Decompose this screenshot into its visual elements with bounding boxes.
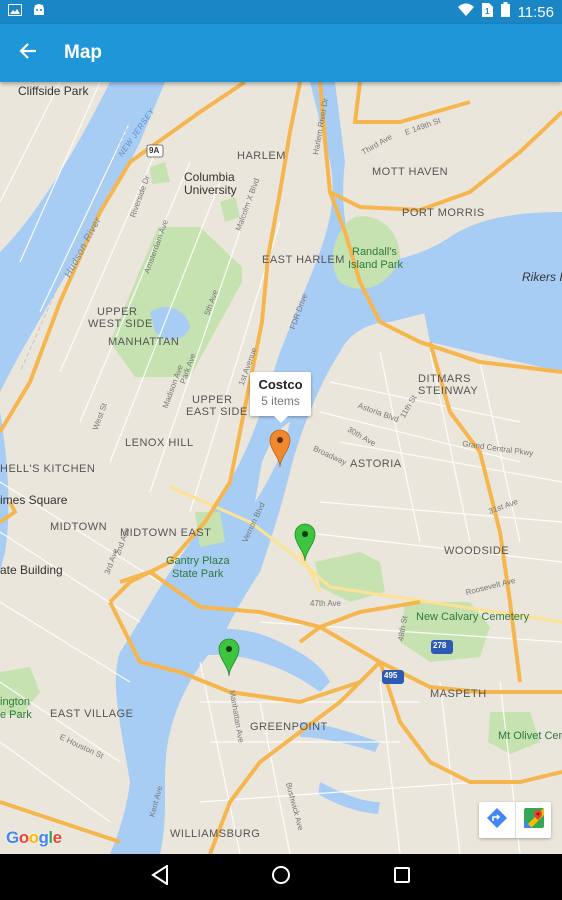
nav-back-icon bbox=[151, 863, 169, 890]
marker-info-window[interactable]: Costco 5 items bbox=[250, 372, 311, 423]
page-title: Map bbox=[64, 42, 102, 63]
map-label: ate Building bbox=[0, 563, 63, 577]
map-label: WEST SIDE bbox=[88, 318, 153, 330]
back-button[interactable] bbox=[0, 24, 56, 82]
map-label: MIDTOWN EAST bbox=[120, 527, 212, 539]
map-label: HELL'S KITCHEN bbox=[0, 463, 96, 475]
map-label: DITMARS bbox=[418, 373, 471, 385]
route-shield-label: 495 bbox=[384, 671, 398, 680]
status-bar: 1 11:56 bbox=[0, 0, 562, 24]
map-label: STEINWAY bbox=[418, 385, 479, 397]
nav-home-icon bbox=[271, 865, 291, 890]
green-marker[interactable] bbox=[218, 637, 240, 682]
map-label: LENOX HILL bbox=[125, 437, 194, 449]
map-label: WILLIAMSBURG bbox=[170, 828, 261, 840]
map-label: 47th Ave bbox=[310, 599, 341, 608]
map-label: ASTORIA bbox=[350, 458, 402, 470]
map-label: Rikers Is bbox=[522, 270, 562, 284]
nav-bar bbox=[0, 854, 562, 900]
nav-home-button[interactable] bbox=[257, 854, 305, 900]
map-label: MASPETH bbox=[430, 688, 487, 700]
map-label: State Park bbox=[172, 568, 224, 580]
wifi-icon bbox=[457, 3, 474, 21]
map-label: Island Park bbox=[348, 259, 404, 271]
map-label: University bbox=[184, 183, 237, 197]
open-maps-button[interactable] bbox=[515, 802, 551, 838]
map-label: GREENPOINT bbox=[250, 721, 328, 733]
sim-icon: 1 bbox=[481, 2, 493, 22]
map-view[interactable]: Cliffside Park 9A Columbia University HA… bbox=[0, 82, 562, 854]
map-toolbar bbox=[479, 802, 551, 838]
map-label: MOTT HAVEN bbox=[372, 166, 449, 178]
map-label: Gantry Plaza bbox=[166, 555, 230, 567]
app-bar: Map bbox=[0, 24, 562, 82]
nav-back-button[interactable] bbox=[136, 854, 184, 900]
map-label: Mt Olivet Cem bbox=[498, 730, 562, 742]
directions-button[interactable] bbox=[479, 802, 515, 838]
map-label: MANHATTAN bbox=[108, 336, 180, 348]
map-label: EAST HARLEM bbox=[262, 254, 345, 266]
svg-text:1: 1 bbox=[485, 7, 490, 16]
map-label: WOODSIDE bbox=[444, 545, 510, 557]
nav-recents-icon bbox=[393, 866, 411, 889]
orange-marker[interactable] bbox=[269, 428, 291, 473]
map-label: MIDTOWN bbox=[50, 521, 108, 533]
nav-recents-button[interactable] bbox=[378, 854, 426, 900]
map-label: ington bbox=[0, 696, 30, 708]
battery-icon bbox=[500, 2, 510, 22]
map-label: e Park bbox=[0, 709, 32, 721]
map-label: HARLEM bbox=[237, 150, 286, 162]
route-shield-label: 278 bbox=[433, 641, 447, 650]
image-icon bbox=[8, 3, 22, 21]
google-maps-icon bbox=[523, 807, 545, 834]
android-icon bbox=[32, 3, 46, 21]
map-label: Cliffside Park bbox=[18, 84, 89, 98]
map-label: UPPER bbox=[192, 394, 233, 406]
map-label: UPPER bbox=[97, 306, 138, 318]
map-label: Columbia bbox=[184, 170, 235, 184]
map-label: EAST VILLAGE bbox=[50, 708, 134, 720]
green-marker[interactable] bbox=[294, 522, 316, 567]
google-logo: Google bbox=[6, 828, 62, 847]
route-shield-label: 9A bbox=[149, 146, 160, 155]
info-window-subtitle: 5 items bbox=[261, 394, 300, 408]
map-label: New Calvary Cemetery bbox=[416, 611, 530, 623]
arrow-back-icon bbox=[19, 42, 37, 65]
map-label: PORT MORRIS bbox=[402, 207, 485, 219]
info-window-title: Costco bbox=[258, 377, 303, 392]
status-time: 11:56 bbox=[517, 3, 554, 21]
map-label: EAST SIDE bbox=[186, 406, 248, 418]
map-label: imes Square bbox=[0, 493, 68, 507]
directions-icon bbox=[486, 807, 508, 834]
map-label: Randall's bbox=[352, 246, 397, 258]
